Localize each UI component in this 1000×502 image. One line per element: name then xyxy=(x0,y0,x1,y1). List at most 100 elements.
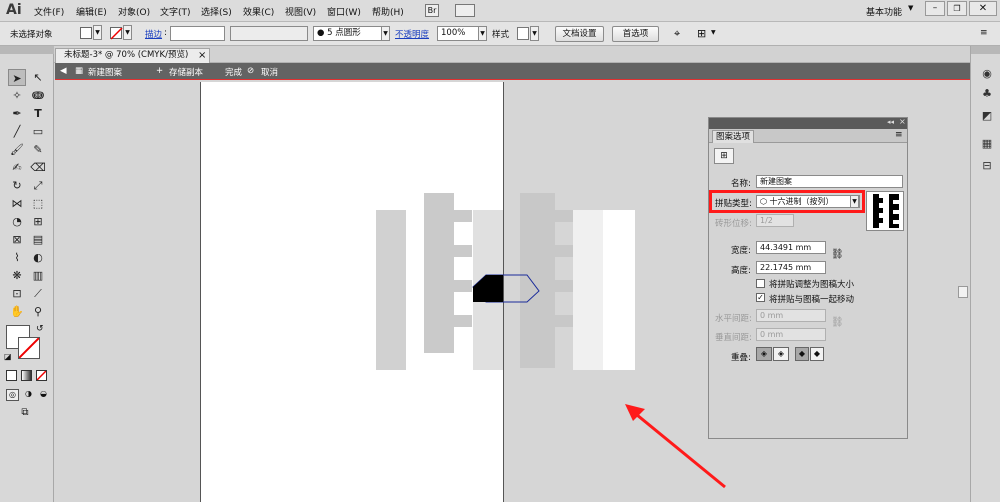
workspace-switcher[interactable]: 基本功能 xyxy=(866,5,902,18)
color-panel-icon[interactable]: ◉ xyxy=(979,66,995,82)
menu-window[interactable]: 窗口(W) xyxy=(327,5,361,18)
line-tool-icon[interactable]: ╱ xyxy=(8,123,26,140)
transform-icon[interactable]: ⊞ xyxy=(697,27,706,40)
layers-panel-icon[interactable]: ▦ xyxy=(979,136,995,152)
mesh-tool-icon[interactable]: ⊠ xyxy=(8,231,26,248)
fit-tile-checkbox[interactable] xyxy=(756,279,765,288)
rectangle-tool-icon[interactable]: ▭ xyxy=(29,123,47,140)
cancel-icon[interactable]: ⊘ xyxy=(247,66,254,76)
cancel-button[interactable]: 取消 xyxy=(261,66,278,78)
hand-tool-icon[interactable]: ✋ xyxy=(8,303,26,320)
align-icon[interactable]: ⌖ xyxy=(674,27,680,41)
menu-view[interactable]: 视图(V) xyxy=(285,5,316,18)
tile-type-dropdown[interactable]: ▼ xyxy=(850,195,859,208)
stroke-swatch[interactable] xyxy=(110,27,123,40)
brush-select[interactable]: ● 5 点圆形 xyxy=(313,26,389,41)
type-tool-icon[interactable]: T xyxy=(29,105,47,122)
menu-help[interactable]: 帮助(H) xyxy=(372,5,404,18)
zoom-tool-icon[interactable]: ⚲ xyxy=(29,303,47,320)
overlap-right-button[interactable]: ◈ xyxy=(773,347,789,361)
opacity-input[interactable]: 100% xyxy=(437,26,479,41)
default-colors-icon[interactable]: ◪ xyxy=(4,352,12,361)
perspective-grid-tool-icon[interactable]: ⊞ xyxy=(29,213,47,230)
close-icon[interactable]: × xyxy=(198,49,206,62)
close-icon[interactable]: × xyxy=(899,117,906,126)
brick-offset-select[interactable]: 1/2 xyxy=(756,214,794,227)
tile-edit-button[interactable]: ⊞ xyxy=(714,148,734,164)
opacity-label[interactable]: 不透明度 xyxy=(395,28,429,40)
h-spacing-field[interactable]: 0 mm xyxy=(756,309,826,322)
panel-menu-icon[interactable]: ≡ xyxy=(895,130,903,140)
save-copy-button[interactable]: 存储副本 xyxy=(169,66,203,78)
eraser-tool-icon[interactable]: ⌫ xyxy=(29,159,47,176)
arrange-documents-icon[interactable] xyxy=(455,4,475,17)
menu-file[interactable]: 文件(F) xyxy=(34,5,64,18)
swatches-panel-icon[interactable]: ◩ xyxy=(979,108,995,124)
chevron-down-icon[interactable]: ▼ xyxy=(711,29,716,36)
paintbrush-tool-icon[interactable]: 🖌 xyxy=(8,141,26,158)
restore-button[interactable]: ❐ xyxy=(947,1,967,16)
menu-object[interactable]: 对象(O) xyxy=(118,5,150,18)
slice-tool-icon[interactable]: ⟋ xyxy=(29,285,47,302)
blend-tool-icon[interactable]: ◐ xyxy=(29,249,47,266)
pattern-name-field[interactable]: 新建图案 xyxy=(756,175,903,188)
bridge-icon[interactable]: Br xyxy=(425,4,439,17)
screen-mode-icon[interactable]: ⧉ xyxy=(17,407,33,419)
close-button[interactable]: ✕ xyxy=(969,1,997,16)
gradient-tool-icon[interactable]: ▤ xyxy=(29,231,47,248)
width-field[interactable]: 44.3491 mm xyxy=(756,241,826,254)
pen-tool-icon[interactable]: ✒ xyxy=(8,105,26,122)
panel-menu-icon[interactable]: ≡ xyxy=(980,28,988,38)
menu-type[interactable]: 文字(T) xyxy=(160,5,191,18)
preferences-button[interactable]: 首选项 xyxy=(612,26,659,42)
shape-builder-tool-icon[interactable]: ◔ xyxy=(8,213,26,230)
column-graph-tool-icon[interactable]: ▥ xyxy=(29,267,47,284)
swap-colors-icon[interactable]: ↺ xyxy=(36,324,44,334)
gradient-mode-button[interactable] xyxy=(21,370,32,381)
color-mode-button[interactable] xyxy=(6,370,17,381)
stroke-label[interactable]: 描边 xyxy=(145,28,162,40)
width-tool-icon[interactable]: ⋈ xyxy=(8,195,26,212)
opacity-dropdown[interactable]: ▼ xyxy=(478,26,487,41)
rotate-tool-icon[interactable]: ↻ xyxy=(8,177,26,194)
back-arrow-icon[interactable]: ◀ xyxy=(60,66,67,76)
document-setup-button[interactable]: 文档设置 xyxy=(555,26,604,42)
variable-width-select[interactable] xyxy=(230,26,308,41)
free-transform-tool-icon[interactable]: ⬚ xyxy=(29,195,47,212)
style-dropdown[interactable]: ▼ xyxy=(530,26,539,41)
plus-icon[interactable]: + xyxy=(156,66,163,76)
lasso-tool-icon[interactable]: ↈ xyxy=(29,87,47,104)
v-spacing-field[interactable]: 0 mm xyxy=(756,328,826,341)
scrollbar-thumb[interactable] xyxy=(958,286,968,298)
link-spacing-icon[interactable]: ⛓ xyxy=(831,317,844,328)
link-dimensions-icon[interactable]: ⛓ xyxy=(831,249,844,260)
height-field[interactable]: 22.1745 mm xyxy=(756,261,826,274)
artboards-panel-icon[interactable]: ⊟ xyxy=(979,158,995,174)
eyedropper-tool-icon[interactable]: ⌇ xyxy=(8,249,26,266)
draw-inside-icon[interactable]: ◒ xyxy=(37,389,50,401)
overlap-bottom-button[interactable]: ◆ xyxy=(810,347,824,361)
done-button[interactable]: 完成 xyxy=(225,66,242,78)
pencil-tool-icon[interactable]: ✎ xyxy=(29,141,47,158)
fill-swatch[interactable] xyxy=(80,27,92,39)
selection-tool-icon[interactable]: ➤ xyxy=(8,69,26,86)
tile-type-select[interactable]: ⬡ 十六进制（按列） xyxy=(756,195,860,208)
magic-wand-tool-icon[interactable]: ✧ xyxy=(8,87,26,104)
menu-edit[interactable]: 编辑(E) xyxy=(76,5,107,18)
stroke-dropdown[interactable]: ▼ xyxy=(123,25,132,40)
collapse-icon[interactable]: ◂◂ xyxy=(887,118,894,126)
artboard-tool-icon[interactable]: ⊡ xyxy=(8,285,26,302)
overlap-left-button[interactable]: ◈ xyxy=(756,347,772,361)
blob-brush-tool-icon[interactable]: ✍ xyxy=(8,159,26,176)
none-mode-button[interactable] xyxy=(36,370,47,381)
fill-dropdown[interactable]: ▼ xyxy=(93,25,102,40)
stroke-color-swatch[interactable] xyxy=(18,337,40,359)
tab-pattern-options[interactable]: 图案选项 xyxy=(712,130,755,143)
menu-select[interactable]: 选择(S) xyxy=(201,5,232,18)
style-swatch[interactable] xyxy=(517,27,529,40)
draw-mode-icon[interactable]: ◎ xyxy=(6,389,19,401)
overlap-top-button[interactable]: ◆ xyxy=(795,347,809,361)
move-tile-checkbox[interactable]: ✓ xyxy=(756,293,765,302)
panel-header[interactable]: ◂◂ × xyxy=(709,117,907,129)
scale-tool-icon[interactable]: ⤢ xyxy=(29,177,47,194)
